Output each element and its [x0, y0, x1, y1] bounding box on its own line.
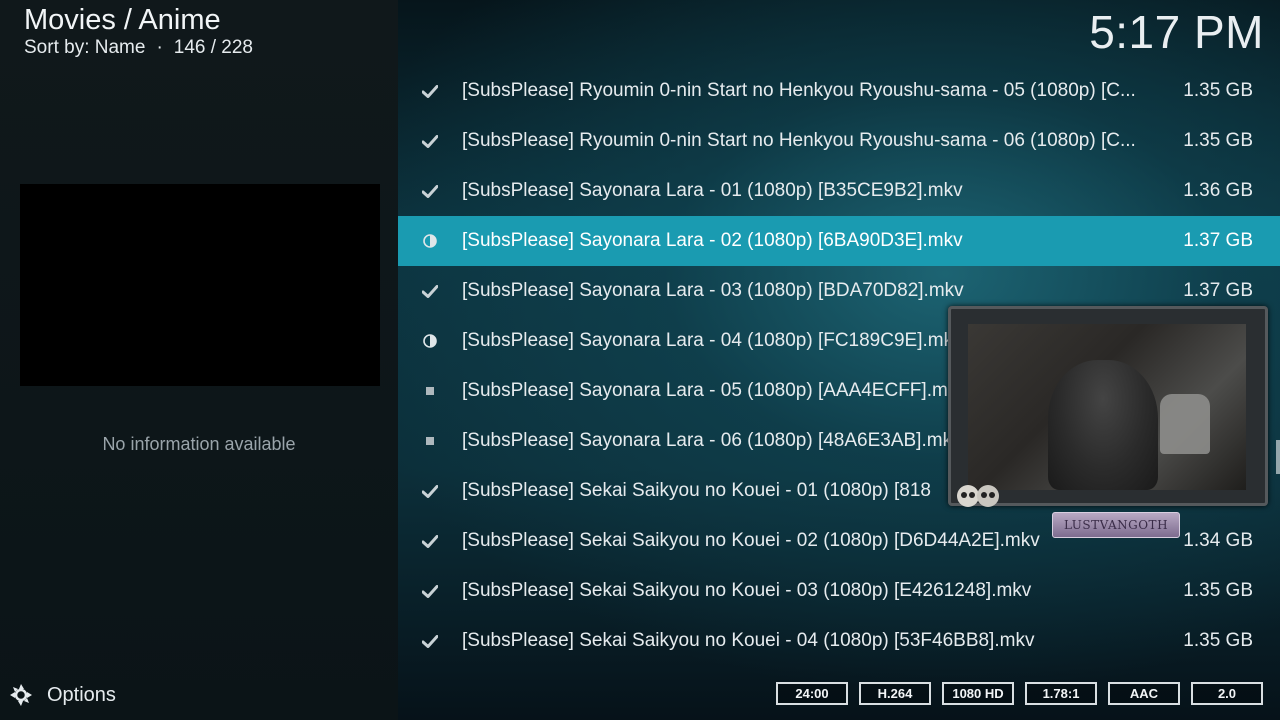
list-item-title: [SubsPlease] Sayonara Lara - 03 (1080p) …: [462, 280, 964, 301]
media-flag: 24:00: [776, 682, 848, 705]
list-item[interactable]: [SubsPlease] Sayonara Lara - 01 (1080p) …: [398, 166, 1280, 216]
list-item-title: [SubsPlease] Sekai Saikyou no Kouei - 03…: [462, 580, 1032, 601]
media-flag: 1.78:1: [1025, 682, 1097, 705]
webcam-chair: [1160, 394, 1210, 454]
no-info-text: No information available: [102, 434, 296, 454]
webcam-overlay: LUSTVANGOTH: [948, 306, 1268, 538]
list-item-title: [SubsPlease] Ryoumin 0-nin Start no Henk…: [462, 80, 1136, 101]
half-watched-icon: [398, 334, 462, 348]
webcam-person: [1048, 360, 1158, 490]
checkmark-icon: [398, 584, 462, 598]
sort-separator: ·: [156, 37, 163, 58]
options-label: Options: [47, 683, 116, 706]
half-watched-icon: [398, 234, 462, 248]
list-item[interactable]: [SubsPlease] Sayonara Lara - 02 (1080p) …: [398, 216, 1280, 266]
item-position: 146 / 228: [173, 37, 254, 58]
sort-info: Sort by: Name · 146 / 228: [24, 37, 253, 59]
checkmark-icon: [398, 484, 462, 498]
list-item-size: 1.37 GB: [1183, 280, 1253, 301]
list-item-title: [SubsPlease] Sayonara Lara - 02 (1080p) …: [462, 230, 963, 251]
list-item-size: 1.36 GB: [1183, 180, 1253, 201]
list-item-title: [SubsPlease] Sekai Saikyou no Kouei - 04…: [462, 630, 1035, 651]
webcam-feed: [968, 324, 1246, 490]
list-item[interactable]: [SubsPlease] Sekai Saikyou no Kouei - 04…: [398, 616, 1280, 666]
list-item-size: 1.37 GB: [1183, 230, 1253, 251]
skull-icon: [957, 485, 999, 507]
checkmark-icon: [398, 534, 462, 548]
list-item[interactable]: [SubsPlease] Ryoumin 0-nin Start no Henk…: [398, 116, 1280, 166]
list-item-size: 1.35 GB: [1183, 580, 1253, 601]
checkmark-icon: [398, 634, 462, 648]
unwatched-icon: [398, 437, 462, 445]
checkmark-icon: [398, 84, 462, 98]
unwatched-icon: [398, 387, 462, 395]
sort-label[interactable]: Sort by: Name: [24, 37, 145, 58]
thumbnail-preview: [20, 184, 380, 386]
list-item[interactable]: [SubsPlease] Ryoumin 0-nin Start no Henk…: [398, 66, 1280, 116]
list-item-title: [SubsPlease] Ryoumin 0-nin Start no Henk…: [462, 130, 1136, 151]
gear-icon: [10, 684, 32, 706]
media-flag: 1080 HD: [942, 682, 1014, 705]
checkmark-icon: [398, 134, 462, 148]
media-flags: 24:00 H.264 1080 HD 1.78:1 AAC 2.0: [776, 682, 1263, 705]
options-button[interactable]: Options: [8, 680, 116, 710]
page-title: Movies / Anime: [24, 4, 221, 36]
checkmark-icon: [398, 184, 462, 198]
list-item-title: [SubsPlease] Sayonara Lara - 01 (1080p) …: [462, 180, 963, 201]
clock: 5:17 PM: [1089, 6, 1264, 58]
media-flag: H.264: [859, 682, 931, 705]
list-item-size: 1.35 GB: [1183, 130, 1253, 151]
media-flag: AAC: [1108, 682, 1180, 705]
list-item[interactable]: [SubsPlease] Sekai Saikyou no Kouei - 03…: [398, 566, 1280, 616]
list-item-size: 1.35 GB: [1183, 80, 1253, 101]
webcam-nameplate: LUSTVANGOTH: [1052, 512, 1180, 538]
media-flag: 2.0: [1191, 682, 1263, 705]
scrollbar[interactable]: [1276, 440, 1280, 474]
checkmark-icon: [398, 284, 462, 298]
list-item-size: 1.35 GB: [1183, 630, 1253, 651]
